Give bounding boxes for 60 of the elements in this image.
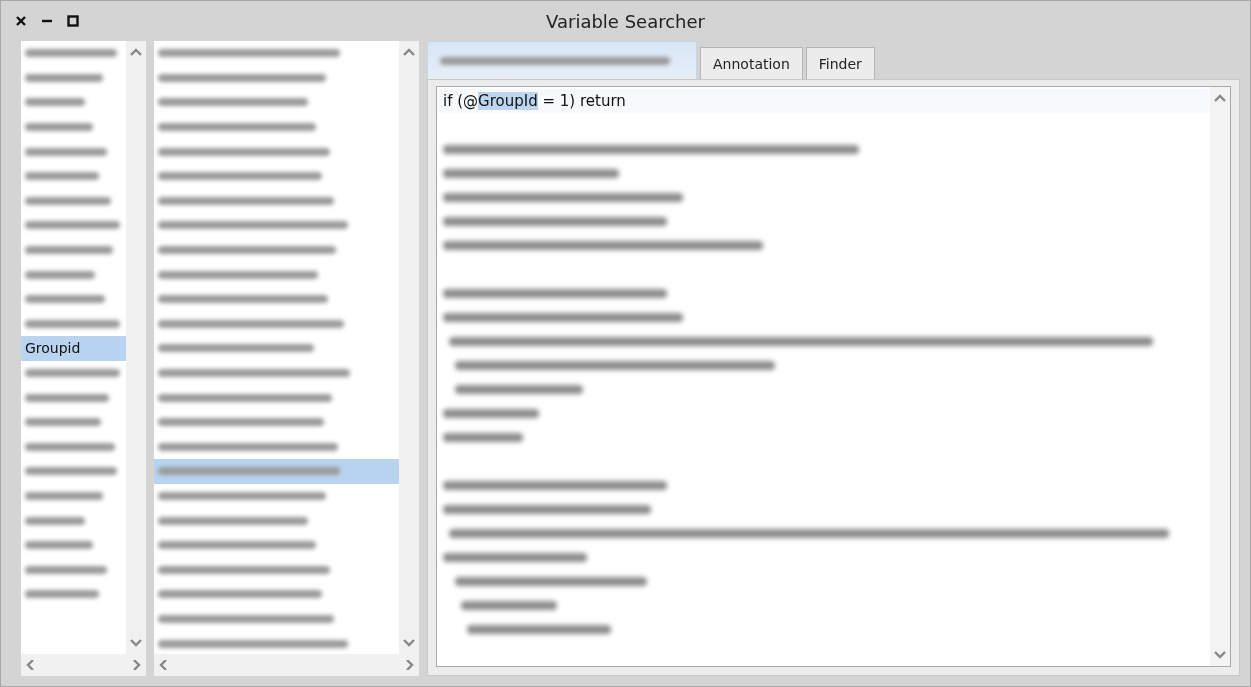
blurred-list-item[interactable]: [158, 492, 326, 500]
maximize-icon[interactable]: [67, 15, 79, 27]
list-item[interactable]: Groupid: [21, 336, 126, 361]
blurred-list-item[interactable]: [25, 369, 120, 377]
blurred-list-item[interactable]: [25, 98, 85, 107]
blurred-list-item[interactable]: [25, 246, 113, 255]
blurred-list-item[interactable]: [25, 221, 120, 230]
blurred-list-item[interactable]: [25, 467, 117, 476]
blurred-list-item[interactable]: [158, 541, 316, 550]
blurred-list-item[interactable]: [25, 541, 93, 550]
blurred-list-item[interactable]: [158, 590, 322, 599]
blurred-list-item[interactable]: [158, 246, 336, 255]
scrollbar[interactable]: [21, 654, 146, 676]
tab[interactable]: Finder: [805, 47, 875, 79]
scrollbar[interactable]: [1210, 87, 1230, 666]
blurred-list-item[interactable]: [158, 369, 350, 377]
blurred-list-item[interactable]: [158, 147, 330, 156]
blurred-list-item[interactable]: [158, 73, 326, 82]
blurred-list-item[interactable]: [25, 418, 101, 427]
blurred-list-item[interactable]: [158, 98, 308, 107]
blurred-list-item[interactable]: [158, 516, 308, 525]
blurred-list-item[interactable]: [158, 442, 338, 451]
scrollbar[interactable]: [399, 41, 419, 654]
blurred-list-item[interactable]: [25, 516, 85, 525]
blurred-list-item[interactable]: [158, 639, 348, 648]
scrollbar[interactable]: [126, 41, 146, 654]
tab[interactable]: Annotation: [700, 47, 803, 79]
blurred-list-item[interactable]: [25, 319, 120, 328]
blurred-list-item[interactable]: [25, 393, 109, 402]
blurred-list-item[interactable]: [25, 147, 107, 156]
blurred-list-item[interactable]: [158, 196, 334, 205]
blurred-list-item[interactable]: [158, 295, 328, 304]
blurred-list-item[interactable]: [25, 73, 103, 82]
blurred-list-item[interactable]: [158, 49, 340, 58]
blurred-list-item[interactable]: [158, 614, 334, 623]
blurred-list-item[interactable]: [25, 172, 99, 181]
blurred-list-item[interactable]: [25, 492, 103, 500]
close-icon[interactable]: [15, 15, 27, 27]
tab[interactable]: [427, 41, 697, 79]
blurred-list-item[interactable]: [158, 393, 332, 402]
blurred-list-item[interactable]: [25, 123, 93, 132]
scrollbar[interactable]: [154, 654, 419, 676]
blurred-list-item[interactable]: [158, 418, 324, 427]
blurred-list-item[interactable]: [25, 295, 105, 304]
blurred-list-item[interactable]: [25, 565, 107, 574]
blurred-list-item[interactable]: [25, 442, 115, 451]
blurred-list-item[interactable]: [158, 319, 344, 328]
blurred-list-item[interactable]: [25, 196, 111, 205]
blurred-list-item[interactable]: [158, 172, 322, 181]
code-editor[interactable]: if (@GroupId = 1) return: [436, 86, 1231, 667]
window-title: Variable Searcher: [546, 10, 705, 32]
blurred-list-item[interactable]: [158, 344, 314, 353]
blurred-list-item[interactable]: [158, 467, 340, 476]
blurred-list-item[interactable]: [158, 123, 316, 132]
blurred-list-item[interactable]: [158, 270, 318, 279]
blurred-list-item[interactable]: [25, 270, 95, 279]
blurred-list-item[interactable]: [158, 565, 330, 574]
blurred-list-item[interactable]: [158, 221, 348, 230]
blurred-list-item[interactable]: [25, 590, 99, 599]
blurred-list-item[interactable]: [25, 49, 117, 58]
